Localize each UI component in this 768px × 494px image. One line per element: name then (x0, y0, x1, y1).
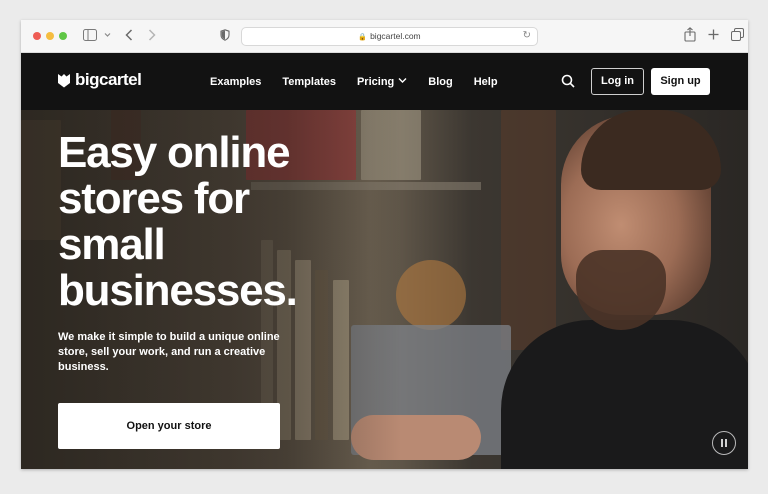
nav-blog[interactable]: Blog (428, 76, 452, 88)
pause-icon-bar (721, 439, 723, 447)
lock-icon: 🔒 (358, 33, 368, 41)
sidebar-icon[interactable] (83, 29, 97, 41)
hero-headline-line: small (58, 220, 166, 269)
chevron-down-icon[interactable] (104, 32, 111, 38)
shield-icon (220, 29, 230, 41)
nav-examples[interactable]: Examples (210, 76, 261, 88)
bigcartel-homepage: bigcartel Examples Templates Pricing Blo… (21, 53, 748, 469)
nav-pricing-label: Pricing (356, 76, 395, 88)
hero-photo-frame (501, 110, 556, 350)
site-header: bigcartel Examples Templates Pricing Blo… (21, 53, 748, 110)
nav-pricing[interactable]: Pricing (357, 76, 407, 88)
nav-templates[interactable]: Templates (282, 76, 336, 88)
hero-section: Easy online stores for small businesses.… (21, 110, 748, 469)
logo-wordmark: bigcartel (75, 70, 142, 89)
browser-window: 🔒 bigcartel.com ↻ bigcartel Examples Tem… (21, 20, 748, 469)
new-tab-icon[interactable] (708, 29, 719, 40)
hero-photo-person-beard (576, 250, 666, 330)
address-bar[interactable]: 🔒 bigcartel.com ↻ (241, 27, 538, 46)
signup-button[interactable]: Sign up (651, 68, 710, 95)
bigcartel-logo[interactable]: bigcartel (57, 70, 142, 90)
back-icon[interactable] (125, 29, 133, 41)
hero-headline-line: businesses. (58, 266, 298, 315)
nav-help[interactable]: Help (474, 76, 498, 88)
hero-photo-book (396, 260, 466, 330)
open-store-button[interactable]: Open your store (58, 403, 280, 449)
hero-headline-line: Easy online (58, 128, 291, 177)
browser-toolbar: 🔒 bigcartel.com ↻ (21, 20, 748, 53)
tabs-overview-icon[interactable] (731, 28, 744, 41)
logo-bag-icon (58, 73, 70, 87)
zoom-dot[interactable] (59, 32, 67, 40)
hero-headline: Easy online stores for small businesses. (58, 130, 358, 314)
pause-icon-bar (725, 439, 727, 447)
hero-photo-person-body (501, 320, 748, 469)
close-dot[interactable] (33, 32, 41, 40)
search-icon[interactable] (561, 74, 575, 88)
primary-nav: Examples Templates Pricing Blog Help (210, 76, 519, 88)
forward-icon[interactable] (148, 29, 156, 41)
reload-icon[interactable]: ↻ (523, 30, 531, 41)
hero-subcopy: We make it simple to build a unique onli… (58, 331, 280, 373)
chevron-down-icon (398, 78, 407, 83)
share-icon[interactable] (684, 27, 696, 42)
hero-headline-line: stores for (58, 174, 250, 223)
url-text: bigcartel.com (370, 31, 421, 41)
minimize-dot[interactable] (46, 32, 54, 40)
login-button[interactable]: Log in (591, 68, 644, 95)
pause-video-button[interactable] (712, 431, 736, 455)
